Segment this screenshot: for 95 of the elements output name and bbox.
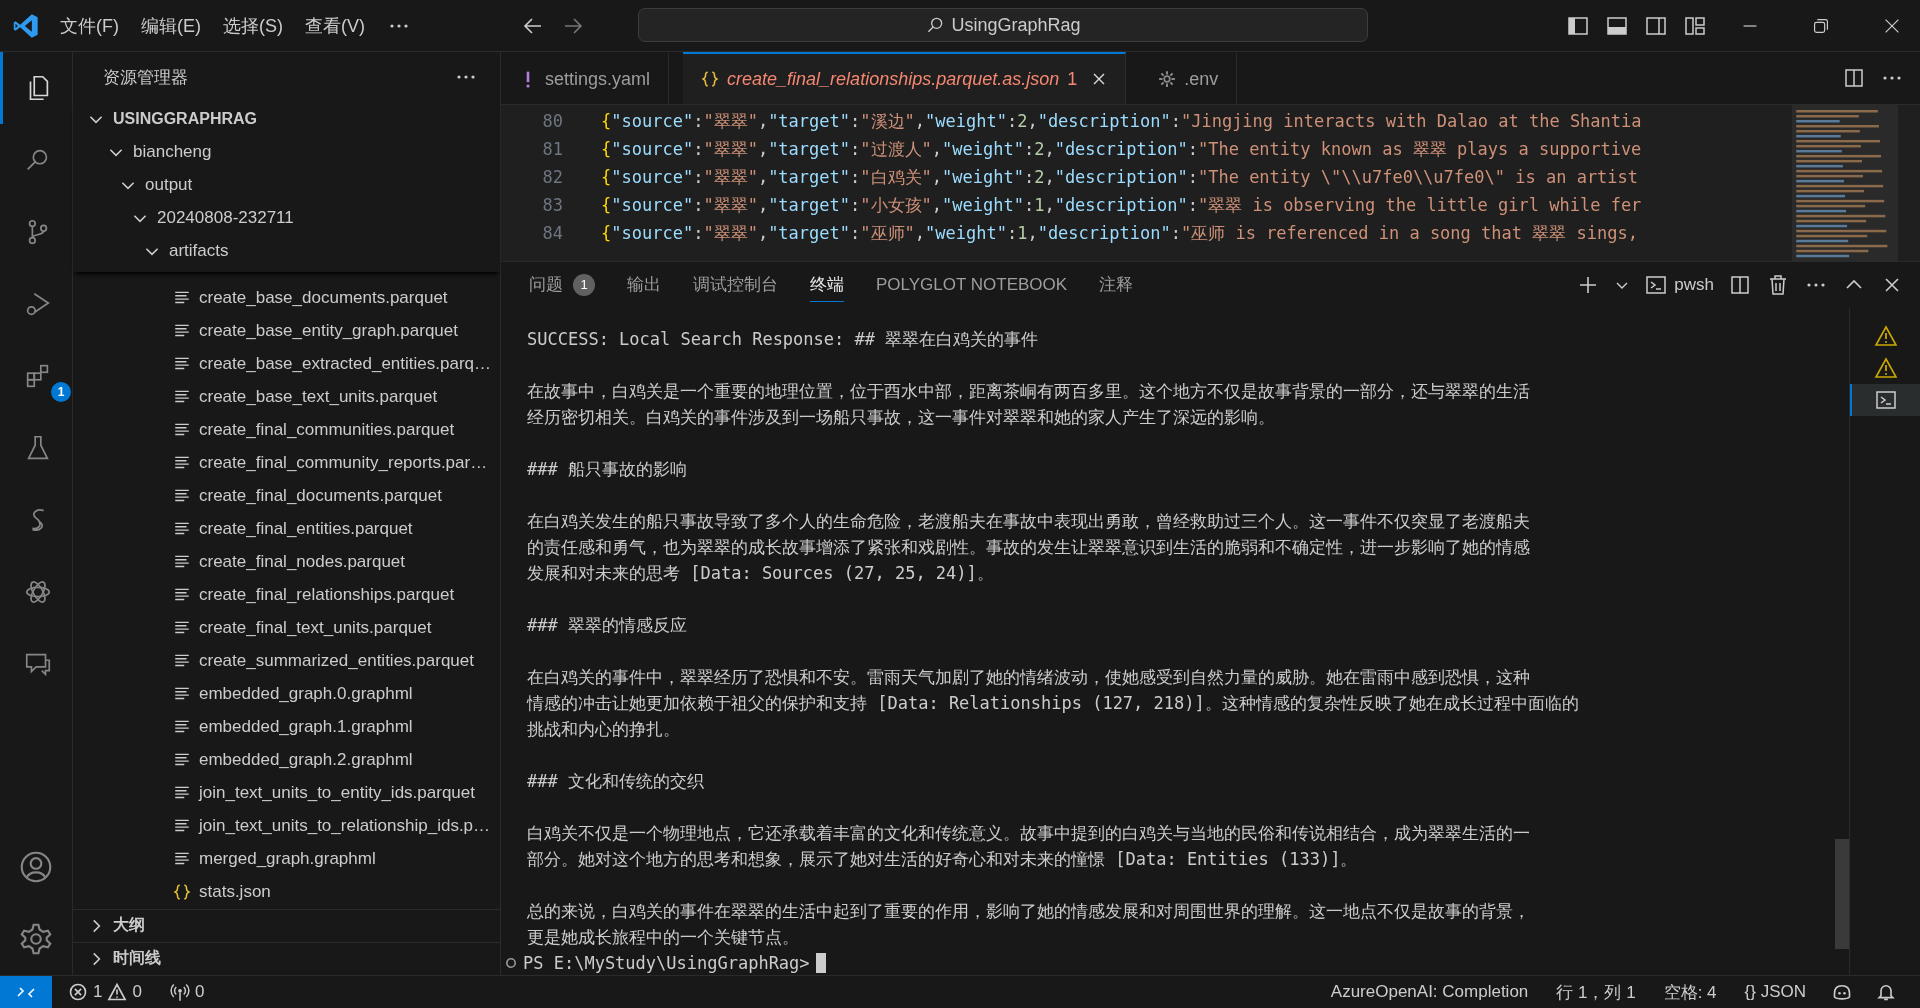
terminal-line: 更是她成长旅程中的一个关键节点。 (527, 926, 800, 949)
warning-count[interactable]: 0 (132, 982, 142, 1002)
panel-tab[interactable]: 问题 1 (529, 268, 595, 302)
code-line: {"source":"翠翠","target":"溪边","weight":2,"description":"Jingjing interacts with Dalao at the Shantia (601, 109, 1642, 133)
file-item[interactable]: join_text_units_to_relationship_ids.p… (73, 809, 500, 843)
panel-tab[interactable]: 输出 (627, 268, 661, 302)
file-item[interactable]: embedded_graph.0.graphml (73, 677, 500, 711)
status-item[interactable]: {} JSON (1732, 982, 1818, 1002)
terminal-icon (1644, 273, 1669, 297)
gear-icon (1158, 70, 1177, 88)
terminal-line: SUCCESS: Local Search Response: ## 翠翠在白鸡关的事件 (527, 328, 1040, 351)
file-item[interactable]: create_final_entities.parquet (73, 512, 500, 546)
terminal-line: 总的来说，白鸡关的事件在翠翠的生活中起到了重要的作用，影响了她的情感发展和对周围世界的理解。这一地点不仅是故事的背景， (527, 900, 1531, 923)
file-item[interactable]: create_final_communities.parquet (73, 413, 500, 447)
file-item[interactable]: create_final_documents.parquet (73, 479, 500, 513)
braces-icon (701, 70, 720, 88)
line-number: 81 (541, 139, 563, 159)
editor-tab[interactable]: .env (1140, 52, 1238, 104)
code-line: {"source":"翠翠","target":"小女孩","weight":1,"description":"翠翠 is observing the little girl while fer (601, 193, 1642, 217)
status-item[interactable]: 行 1，列 1 (1544, 980, 1648, 1004)
command-search-field[interactable]: UsingGraphRag (638, 8, 1368, 42)
copilot-icon[interactable] (1832, 982, 1852, 1002)
terminal-profile-button[interactable]: pwsh (1644, 273, 1714, 297)
code-line: {"source":"翠翠","target":"过渡人","weight":2,"description":"The entity known as 翠翠 plays a supportive (601, 137, 1642, 161)
menu-item[interactable]: 查看(V) (305, 13, 365, 38)
port-count[interactable]: 0 (194, 982, 205, 1002)
terminal-line: 的责任感和勇气，也为翠翠的成长故事增添了紧张和戏剧性。事故的发生让翠翠意识到生活的脆弱和不确定性，进一步影响了她的情感 (527, 536, 1531, 559)
code-line: {"source":"翠翠","target":"巫师","weight":1,"description":"巫师 is referenced in a song that 翠翠 sings, (601, 221, 1638, 245)
remote-button[interactable] (0, 975, 52, 1008)
error-count[interactable]: 1 (93, 982, 103, 1002)
antenna-icon[interactable] (169, 982, 190, 1002)
file-item[interactable]: create_base_extracted_entities.parq… (73, 347, 500, 381)
split-editor-icon[interactable] (1842, 66, 1866, 90)
file-item[interactable]: create_base_entity_graph.parquet (73, 314, 500, 348)
file-item[interactable]: create_final_relationships.parquet (73, 578, 500, 612)
notification-badge: 1 (51, 382, 71, 402)
status-item[interactable]: AzureOpenAI: Completion (1318, 982, 1541, 1002)
terminal-line: ### 文化和传统的交织 (527, 770, 705, 793)
folder-item[interactable]: biancheng (73, 135, 500, 169)
panel-tab[interactable]: 终端 (810, 268, 844, 302)
file-item[interactable]: embedded_graph.2.graphml (73, 743, 500, 777)
terminal-line: 挑战和内心的挣扎。 (527, 718, 681, 741)
line-number: 80 (541, 111, 563, 131)
terminal-line: ### 船只事故的影响 (527, 458, 688, 481)
terminal-line: ### 翠翠的情感反应 (527, 614, 688, 637)
terminal-line: 情感的冲击让她更加依赖于祖父的保护和支持 [Data: Relationships (127, 218)]。这种情感的复杂性反映了她在成长过程中面临的 (527, 692, 1580, 715)
folder-item[interactable]: output (73, 168, 500, 202)
explorer-title: 资源管理器 (103, 66, 188, 89)
terminal-line: 在故事中，白鸡关是一个重要的地理位置，位于酉水中部，距离茶峒有两百多里。这个地方不仅是故事背景的一部分，还与翠翠的生活 (527, 380, 1531, 403)
terminal-line: 部分。她对这个地方的思考和想象，展示了她对生活的好奇心和对未来的憧憬 [Data: Entities (133)]。 (527, 848, 1359, 871)
panel-tab[interactable]: 调试控制台 (693, 268, 778, 302)
file-item[interactable]: embedded_graph.1.graphml (73, 710, 500, 744)
menu-item[interactable]: 选择(S) (223, 13, 283, 38)
file-item[interactable]: join_text_units_to_entity_ids.parquet (73, 776, 500, 810)
status-item[interactable]: 空格: 4 (1651, 980, 1729, 1004)
count-badge: 1 (573, 273, 595, 296)
line-number: 82 (541, 167, 563, 187)
terminal-line: 发展和对未来的思考 [Data: Sources (27, 25, 24)]。 (527, 562, 995, 585)
line-number: 84 (541, 223, 563, 243)
warning-icon[interactable] (107, 982, 128, 1002)
panel-tab[interactable]: POLYGLOT NOTEBOOK (876, 268, 1068, 302)
section-header[interactable]: 大纲 (73, 908, 500, 942)
panel-tab[interactable]: 注释 (1099, 268, 1134, 302)
terminal-line: 经历密切相关。白鸡关的事件涉及到一场船只事故，这一事件对翠翠和她的家人产生了深远的影响。 (527, 406, 1276, 429)
scrollbar-thumb[interactable] (1835, 839, 1849, 949)
editor-tab[interactable]: create_final_relationships.parquet.as.json 1 (683, 52, 1127, 104)
code-line: {"source":"翠翠","target":"白鸡关","weight":2,"description":"The entity \"\\u7fe0\\u7fe0\" is an artist (601, 165, 1639, 189)
terminal-line: 白鸡关不仅是一个物理地点，它还承载着丰富的文化和传统意义。故事中提到的白鸡关与当地的民俗和传说相结合，成为翠翠生活的一 (527, 822, 1531, 845)
file-item[interactable]: stats.json (73, 875, 500, 909)
file-item[interactable]: merged_graph.graphml (73, 842, 500, 876)
error-icon[interactable] (68, 982, 88, 1002)
file-item[interactable]: create_summarized_entities.parquet (73, 644, 500, 678)
file-item[interactable]: create_final_community_reports.par… (73, 446, 500, 480)
split-terminal-icon[interactable] (1728, 273, 1752, 297)
folder-item[interactable]: USINGGRAPHRAG (73, 102, 500, 136)
terminal-icon[interactable] (1850, 384, 1920, 416)
file-item[interactable]: create_final_text_units.parquet (73, 611, 500, 645)
folder-item[interactable]: 20240808-232711 (73, 201, 500, 235)
terminal-prompt: PS E:\MyStudy\UsingGraphRag> (523, 952, 810, 975)
menu-item[interactable]: 编辑(E) (141, 13, 201, 38)
braces-icon (173, 883, 191, 902)
terminal-line: 在白鸡关发生的船只事故导致了多个人的生命危险，老渡船夫在事故中表现出勇敢，曾经救助过三个人。这一事件不仅突显了老渡船夫 (527, 510, 1531, 533)
section-header[interactable]: 时间线 (73, 941, 500, 975)
file-item[interactable]: create_base_documents.parquet (73, 281, 500, 315)
editor-tab[interactable]: settings.yaml (501, 52, 670, 104)
terminal-line: 在白鸡关的事件中，翠翠经历了恐惧和不安。雷雨天气加剧了她的情绪波动，使她感受到自然力量的威胁。她在雷雨中感到恐惧，这种 (527, 666, 1531, 689)
bell-icon[interactable] (1876, 982, 1896, 1002)
folder-item[interactable]: artifacts (73, 234, 500, 268)
file-item[interactable]: create_base_text_units.parquet (73, 380, 500, 414)
exclamation-icon (526, 70, 530, 88)
menu-item[interactable]: 文件(F) (60, 13, 119, 38)
terminal-cursor (815, 953, 826, 973)
command-status-icon (505, 957, 517, 969)
file-item[interactable]: create_final_nodes.parquet (73, 545, 500, 579)
line-number: 83 (541, 195, 563, 215)
